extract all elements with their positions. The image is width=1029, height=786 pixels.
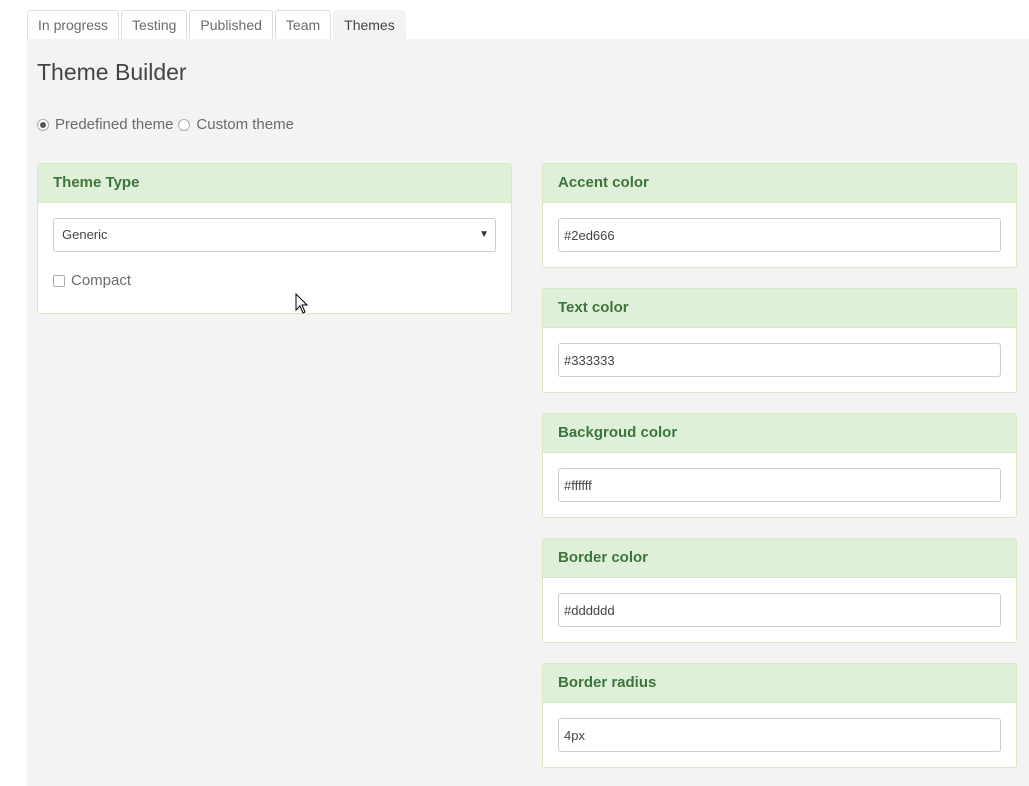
tab-testing[interactable]: Testing — [121, 10, 188, 39]
theme-mode-group: Predefined theme Custom theme — [37, 116, 299, 133]
theme-type-select-value: Generic — [62, 227, 108, 242]
text-color-heading: Text color — [543, 289, 1016, 328]
tab-bar: In progress Testing Published Team Theme… — [27, 10, 408, 40]
tab-published[interactable]: Published — [189, 10, 273, 39]
custom-theme-label[interactable]: Custom theme — [196, 116, 294, 133]
predefined-theme-radio[interactable] — [37, 118, 49, 131]
tab-themes[interactable]: Themes — [333, 10, 406, 40]
accent-color-input[interactable] — [558, 218, 1001, 252]
compact-option[interactable]: Compact — [53, 272, 131, 289]
theme-type-heading: Theme Type — [38, 164, 511, 203]
page-title: Theme Builder — [37, 59, 187, 85]
background-color-input[interactable] — [558, 468, 1001, 502]
custom-theme-radio[interactable] — [178, 118, 191, 131]
tab-team[interactable]: Team — [274, 10, 332, 39]
tab-content: Theme Builder Predefined theme Custom th… — [27, 39, 1029, 786]
text-color-panel: Text color — [542, 288, 1017, 393]
border-radius-input[interactable] — [558, 718, 1001, 752]
border-color-input[interactable] — [558, 593, 1001, 627]
compact-label[interactable]: Compact — [71, 272, 131, 289]
background-color-heading: Backgroud color — [543, 414, 1016, 453]
border-radius-heading: Border radius — [543, 664, 1016, 703]
background-color-panel: Backgroud color — [542, 413, 1017, 518]
accent-color-heading: Accent color — [543, 164, 1016, 203]
border-color-heading: Border color — [543, 539, 1016, 578]
chevron-down-icon: ▼ — [479, 229, 489, 240]
mouse-cursor-icon — [295, 293, 309, 314]
text-color-input[interactable] — [558, 343, 1001, 377]
border-radius-panel: Border radius — [542, 663, 1017, 768]
tab-in-progress[interactable]: In progress — [27, 10, 120, 39]
accent-color-panel: Accent color — [542, 163, 1017, 268]
compact-checkbox[interactable] — [53, 274, 65, 287]
border-color-panel: Border color — [542, 538, 1017, 643]
theme-type-select[interactable]: Generic ▼ — [53, 218, 496, 252]
theme-type-panel: Theme Type Generic ▼ Compact — [37, 163, 512, 314]
predefined-theme-label[interactable]: Predefined theme — [55, 116, 173, 133]
